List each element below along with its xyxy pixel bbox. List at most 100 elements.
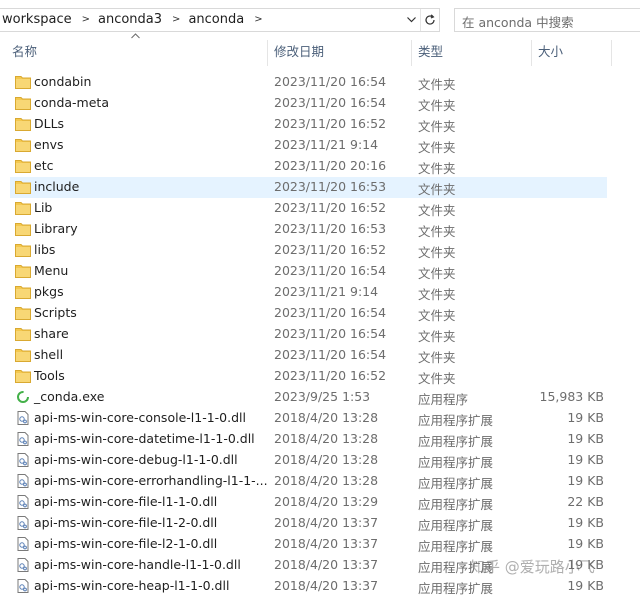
file-date: 2023/11/20 16:52 [274,242,387,257]
address-history-dropdown-icon[interactable] [402,9,420,31]
file-type: 应用程序扩展 [418,455,494,470]
file-date: 2023/11/20 16:52 [274,116,387,131]
file-date: 2023/11/21 9:14 [274,284,379,299]
file-name[interactable]: condabin [34,74,91,89]
folder-icon [15,306,31,320]
file-type: 文件夹 [418,203,456,218]
file-name[interactable]: pkgs [34,284,64,299]
file-row[interactable]: pkgs 2023/11/21 9:14 文件夹 [10,282,607,303]
file-name[interactable]: Library [34,221,78,236]
folder-icon [15,138,31,152]
file-name[interactable]: libs [34,242,55,257]
file-name[interactable]: Scripts [34,305,77,320]
file-name[interactable]: etc [34,158,53,173]
file-name[interactable]: Lib [34,200,52,215]
file-row[interactable]: Lib 2023/11/20 16:52 文件夹 [10,198,607,219]
dll-file-icon [15,516,31,530]
file-name[interactable]: api-ms-win-core-console-l1-1-0.dll [34,410,246,425]
file-name[interactable]: api-ms-win-core-datetime-l1-1-0.dll [34,431,255,446]
file-name[interactable]: include [34,179,79,194]
file-row[interactable]: api-ms-win-core-heap-l1-1-0.dll 2018/4/20… [10,576,607,597]
file-name[interactable]: api-ms-win-core-handle-l1-1-0.dll [34,557,241,572]
file-date: 2023/11/20 16:54 [274,95,387,110]
file-date: 2023/11/20 16:54 [274,74,387,89]
file-name[interactable]: api-ms-win-core-heap-l1-1-0.dll [34,578,229,593]
file-name[interactable]: DLLs [34,116,64,131]
file-name[interactable]: _conda.exe [34,389,104,404]
file-type: 文件夹 [418,182,456,197]
file-row[interactable]: Library 2023/11/20 16:53 文件夹 [10,219,607,240]
file-date: 2018/4/20 13:37 [274,557,379,572]
file-name[interactable]: share [34,326,69,341]
refresh-icon[interactable] [420,9,439,31]
dll-file-icon [15,537,31,551]
file-name[interactable]: api-ms-win-core-file-l1-1-0.dll [34,494,217,509]
dll-file-icon [15,453,31,467]
folder-icon [15,222,31,236]
breadcrumb-item-workspace[interactable]: workspace [0,12,76,27]
search-input[interactable]: 在 anconda 中搜索 [454,8,640,32]
file-type: 文件夹 [418,98,456,113]
file-row[interactable]: shell 2023/11/20 16:54 文件夹 [10,345,607,366]
breadcrumb-separator-icon[interactable]: > [248,14,268,25]
file-name[interactable]: api-ms-win-core-file-l1-2-0.dll [34,515,217,530]
file-row[interactable]: condabin 2023/11/20 16:54 文件夹 [10,72,607,93]
file-size: 15,983 KB [539,389,604,404]
file-name[interactable]: api-ms-win-core-debug-l1-1-0.dll [34,452,238,467]
file-row[interactable]: api-ms-win-core-datetime-l1-1-0.dll 2018/… [10,429,607,450]
file-name[interactable]: conda-meta [34,95,109,110]
breadcrumb-separator-icon[interactable]: > [76,14,96,25]
breadcrumb-item-anconda3[interactable]: anconda3 [96,12,166,27]
file-size: 19 KB [567,452,604,467]
file-date: 2023/11/20 16:53 [274,221,387,236]
file-size: 19 KB [567,410,604,425]
file-row[interactable]: include 2023/11/20 16:53 文件夹 [10,177,607,198]
file-name[interactable]: Tools [34,368,65,383]
file-name[interactable]: api-ms-win-core-errorhandling-l1-1-... [34,473,268,488]
file-name[interactable]: api-ms-win-core-file-l2-1-0.dll [34,536,217,551]
file-row[interactable]: etc 2023/11/20 20:16 文件夹 [10,156,607,177]
column-size[interactable]: 大小 [532,40,612,66]
file-size: 19 KB [567,515,604,530]
file-type: 文件夹 [418,161,456,176]
file-row[interactable]: conda-meta 2023/11/20 16:54 文件夹 [10,93,607,114]
address-bar[interactable]: workspace > anconda3 > anconda > [0,8,440,32]
file-type: 文件夹 [418,140,456,155]
column-name[interactable]: 名称 [6,40,268,66]
file-row[interactable]: api-ms-win-core-console-l1-1-0.dll 2018/4… [10,408,607,429]
file-row[interactable]: api-ms-win-core-debug-l1-1-0.dll 2018/4/2… [10,450,607,471]
file-date: 2018/4/20 13:37 [274,536,379,551]
file-row[interactable]: Scripts 2023/11/20 16:54 文件夹 [10,303,607,324]
file-date: 2023/11/20 16:54 [274,326,387,341]
folder-icon [15,369,31,383]
file-row[interactable]: share 2023/11/20 16:54 文件夹 [10,324,607,345]
file-date: 2023/11/20 16:54 [274,305,387,320]
column-type[interactable]: 类型 [412,40,532,66]
file-row[interactable]: Menu 2023/11/20 16:54 文件夹 [10,261,607,282]
file-type: 应用程序扩展 [418,434,494,449]
column-date[interactable]: 修改日期 [268,40,412,66]
breadcrumb-separator-icon[interactable]: > [166,14,186,25]
file-name[interactable]: envs [34,137,64,152]
file-row[interactable]: DLLs 2023/11/20 16:52 文件夹 [10,114,607,135]
dll-file-icon [15,579,31,593]
folder-icon [15,327,31,341]
file-row[interactable]: envs 2023/11/21 9:14 文件夹 [10,135,607,156]
watermark: 知乎 @爱玩路小飞 [470,558,595,576]
file-name[interactable]: shell [34,347,63,362]
file-type: 文件夹 [418,119,456,134]
file-name[interactable]: Menu [34,263,68,278]
file-type: 文件夹 [418,224,456,239]
dll-file-icon [15,558,31,572]
file-row[interactable]: Tools 2023/11/20 16:52 文件夹 [10,366,607,387]
search-placeholder: 在 anconda 中搜索 [462,15,574,30]
file-date: 2023/9/25 1:53 [274,389,371,404]
breadcrumb-item-anconda[interactable]: anconda [186,12,248,27]
file-row[interactable]: libs 2023/11/20 16:52 文件夹 [10,240,607,261]
file-type: 文件夹 [418,245,456,260]
file-row[interactable]: api-ms-win-core-file-l1-1-0.dll 2018/4/20… [10,492,607,513]
file-row[interactable]: api-ms-win-core-errorhandling-l1-1-... 20… [10,471,607,492]
file-row[interactable]: api-ms-win-core-file-l1-2-0.dll 2018/4/20… [10,513,607,534]
file-row[interactable]: api-ms-win-core-file-l2-1-0.dll 2018/4/20… [10,534,607,555]
file-row[interactable]: _conda.exe 2023/9/25 1:53 应用程序 15,983 KB [10,387,607,408]
